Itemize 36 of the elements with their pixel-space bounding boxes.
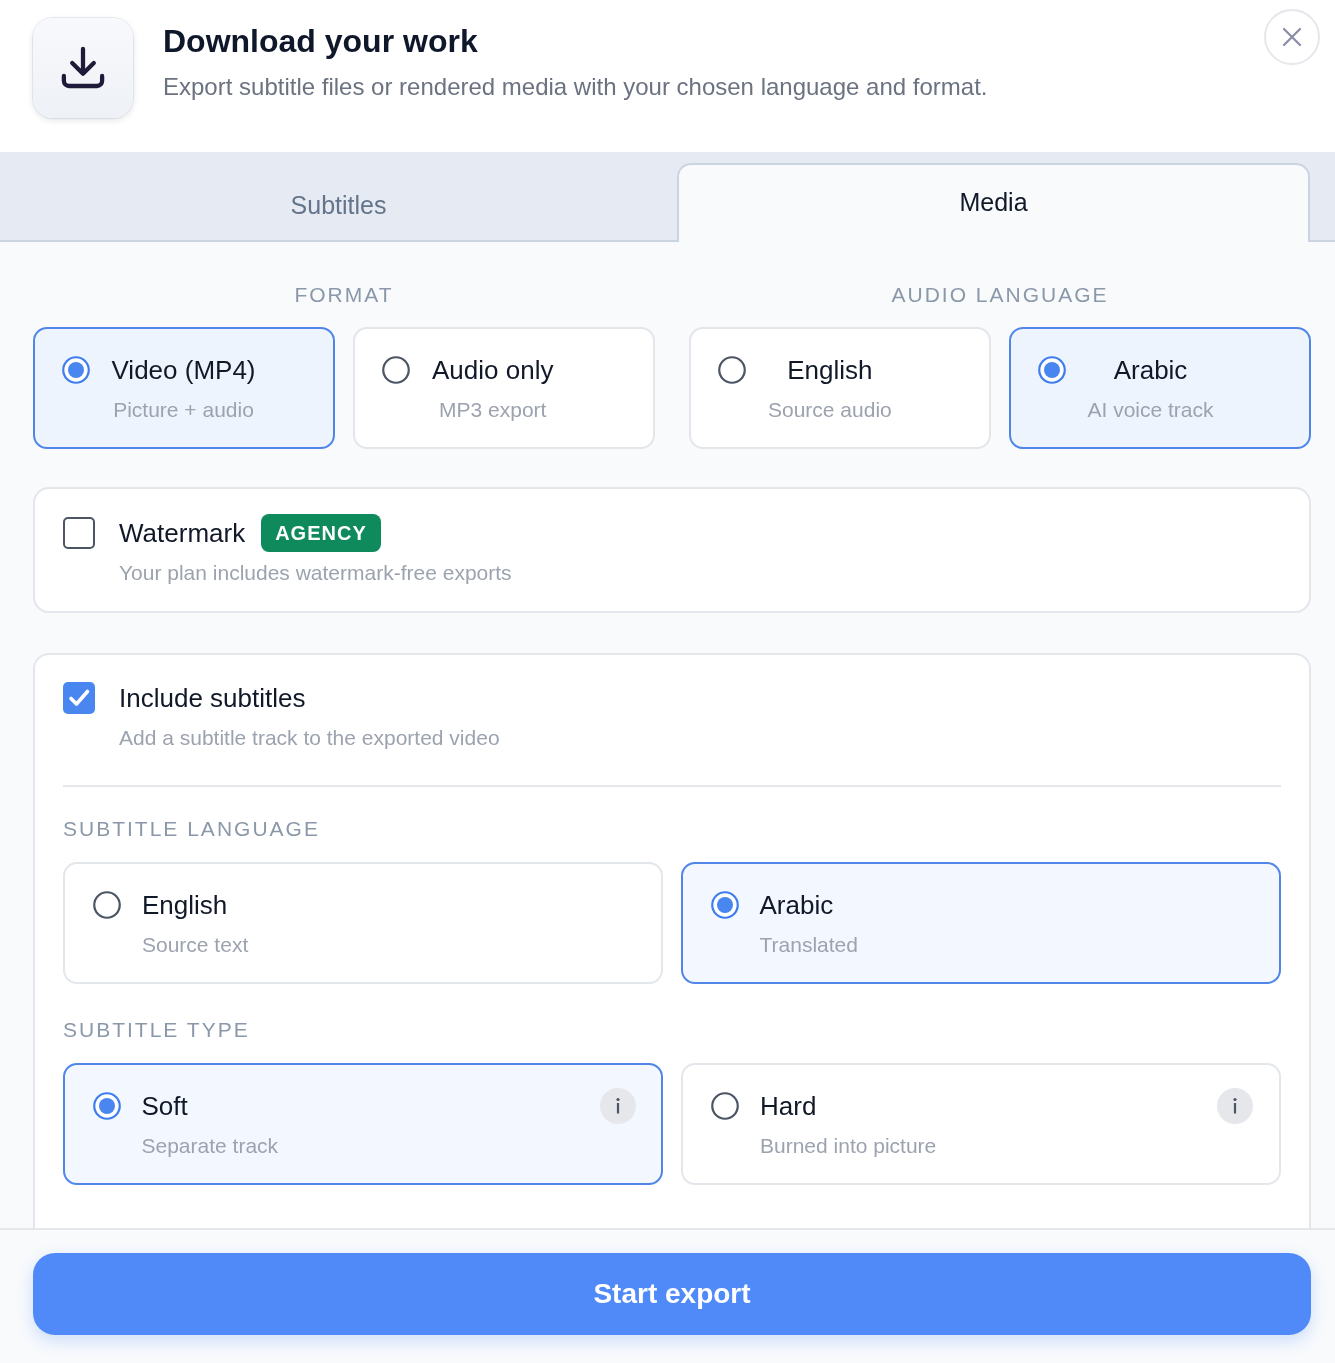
plan-badge: AGENCY	[261, 514, 381, 552]
include-subtitles-label: Include subtitles	[119, 682, 306, 714]
radio-icon	[61, 355, 90, 384]
watermark-label: Watermark	[119, 517, 246, 549]
radio-icon	[92, 1091, 121, 1120]
download-icon	[33, 18, 133, 118]
audio-language-option[interactable]: Arabic AI voice track	[1009, 327, 1311, 449]
radio-icon	[1037, 355, 1066, 384]
subtitle-language-option[interactable]: Arabic Translated	[681, 862, 1281, 984]
close-icon	[1282, 27, 1302, 47]
radio-icon	[718, 356, 746, 384]
section-heading: FORMAT	[293, 282, 395, 308]
radio-icon	[711, 1092, 739, 1120]
dialog-title: Download your work	[163, 22, 478, 61]
format-option[interactable]: Video (MP4) Picture + audio	[33, 327, 335, 449]
subtitle-type-option[interactable]: Hard Burned into picture	[681, 1063, 1281, 1185]
audio-language-option[interactable]: English Source audio	[689, 327, 991, 449]
subtitle-language-option[interactable]: English Source text	[63, 862, 663, 984]
radio-icon	[93, 891, 121, 919]
radio-icon	[710, 890, 739, 919]
dialog-subtitle: Export subtitle files or rendered media with your chosen language and format.	[163, 72, 988, 102]
close-button[interactable]	[1264, 9, 1320, 65]
section-heading: SUBTITLE TYPE	[63, 1017, 250, 1043]
subtitle-type-option[interactable]: Soft Separate track	[63, 1063, 663, 1185]
tab[interactable]: Media	[677, 163, 1310, 242]
watermark-description: Your plan includes watermark-free exports	[119, 560, 512, 586]
include-subtitles-description: Add a subtitle track to the exported video	[119, 725, 500, 751]
section-heading: SUBTITLE LANGUAGE	[63, 816, 320, 842]
section-heading: AUDIO LANGUAGE	[890, 282, 1110, 308]
checkbox[interactable]	[63, 682, 95, 714]
format-option[interactable]: Audio only MP3 export	[353, 327, 655, 449]
radio-icon	[382, 356, 410, 384]
checkbox[interactable]	[63, 517, 95, 549]
info-icon	[1217, 1088, 1253, 1124]
tab[interactable]: Subtitles	[0, 163, 677, 240]
info-icon	[599, 1087, 636, 1124]
